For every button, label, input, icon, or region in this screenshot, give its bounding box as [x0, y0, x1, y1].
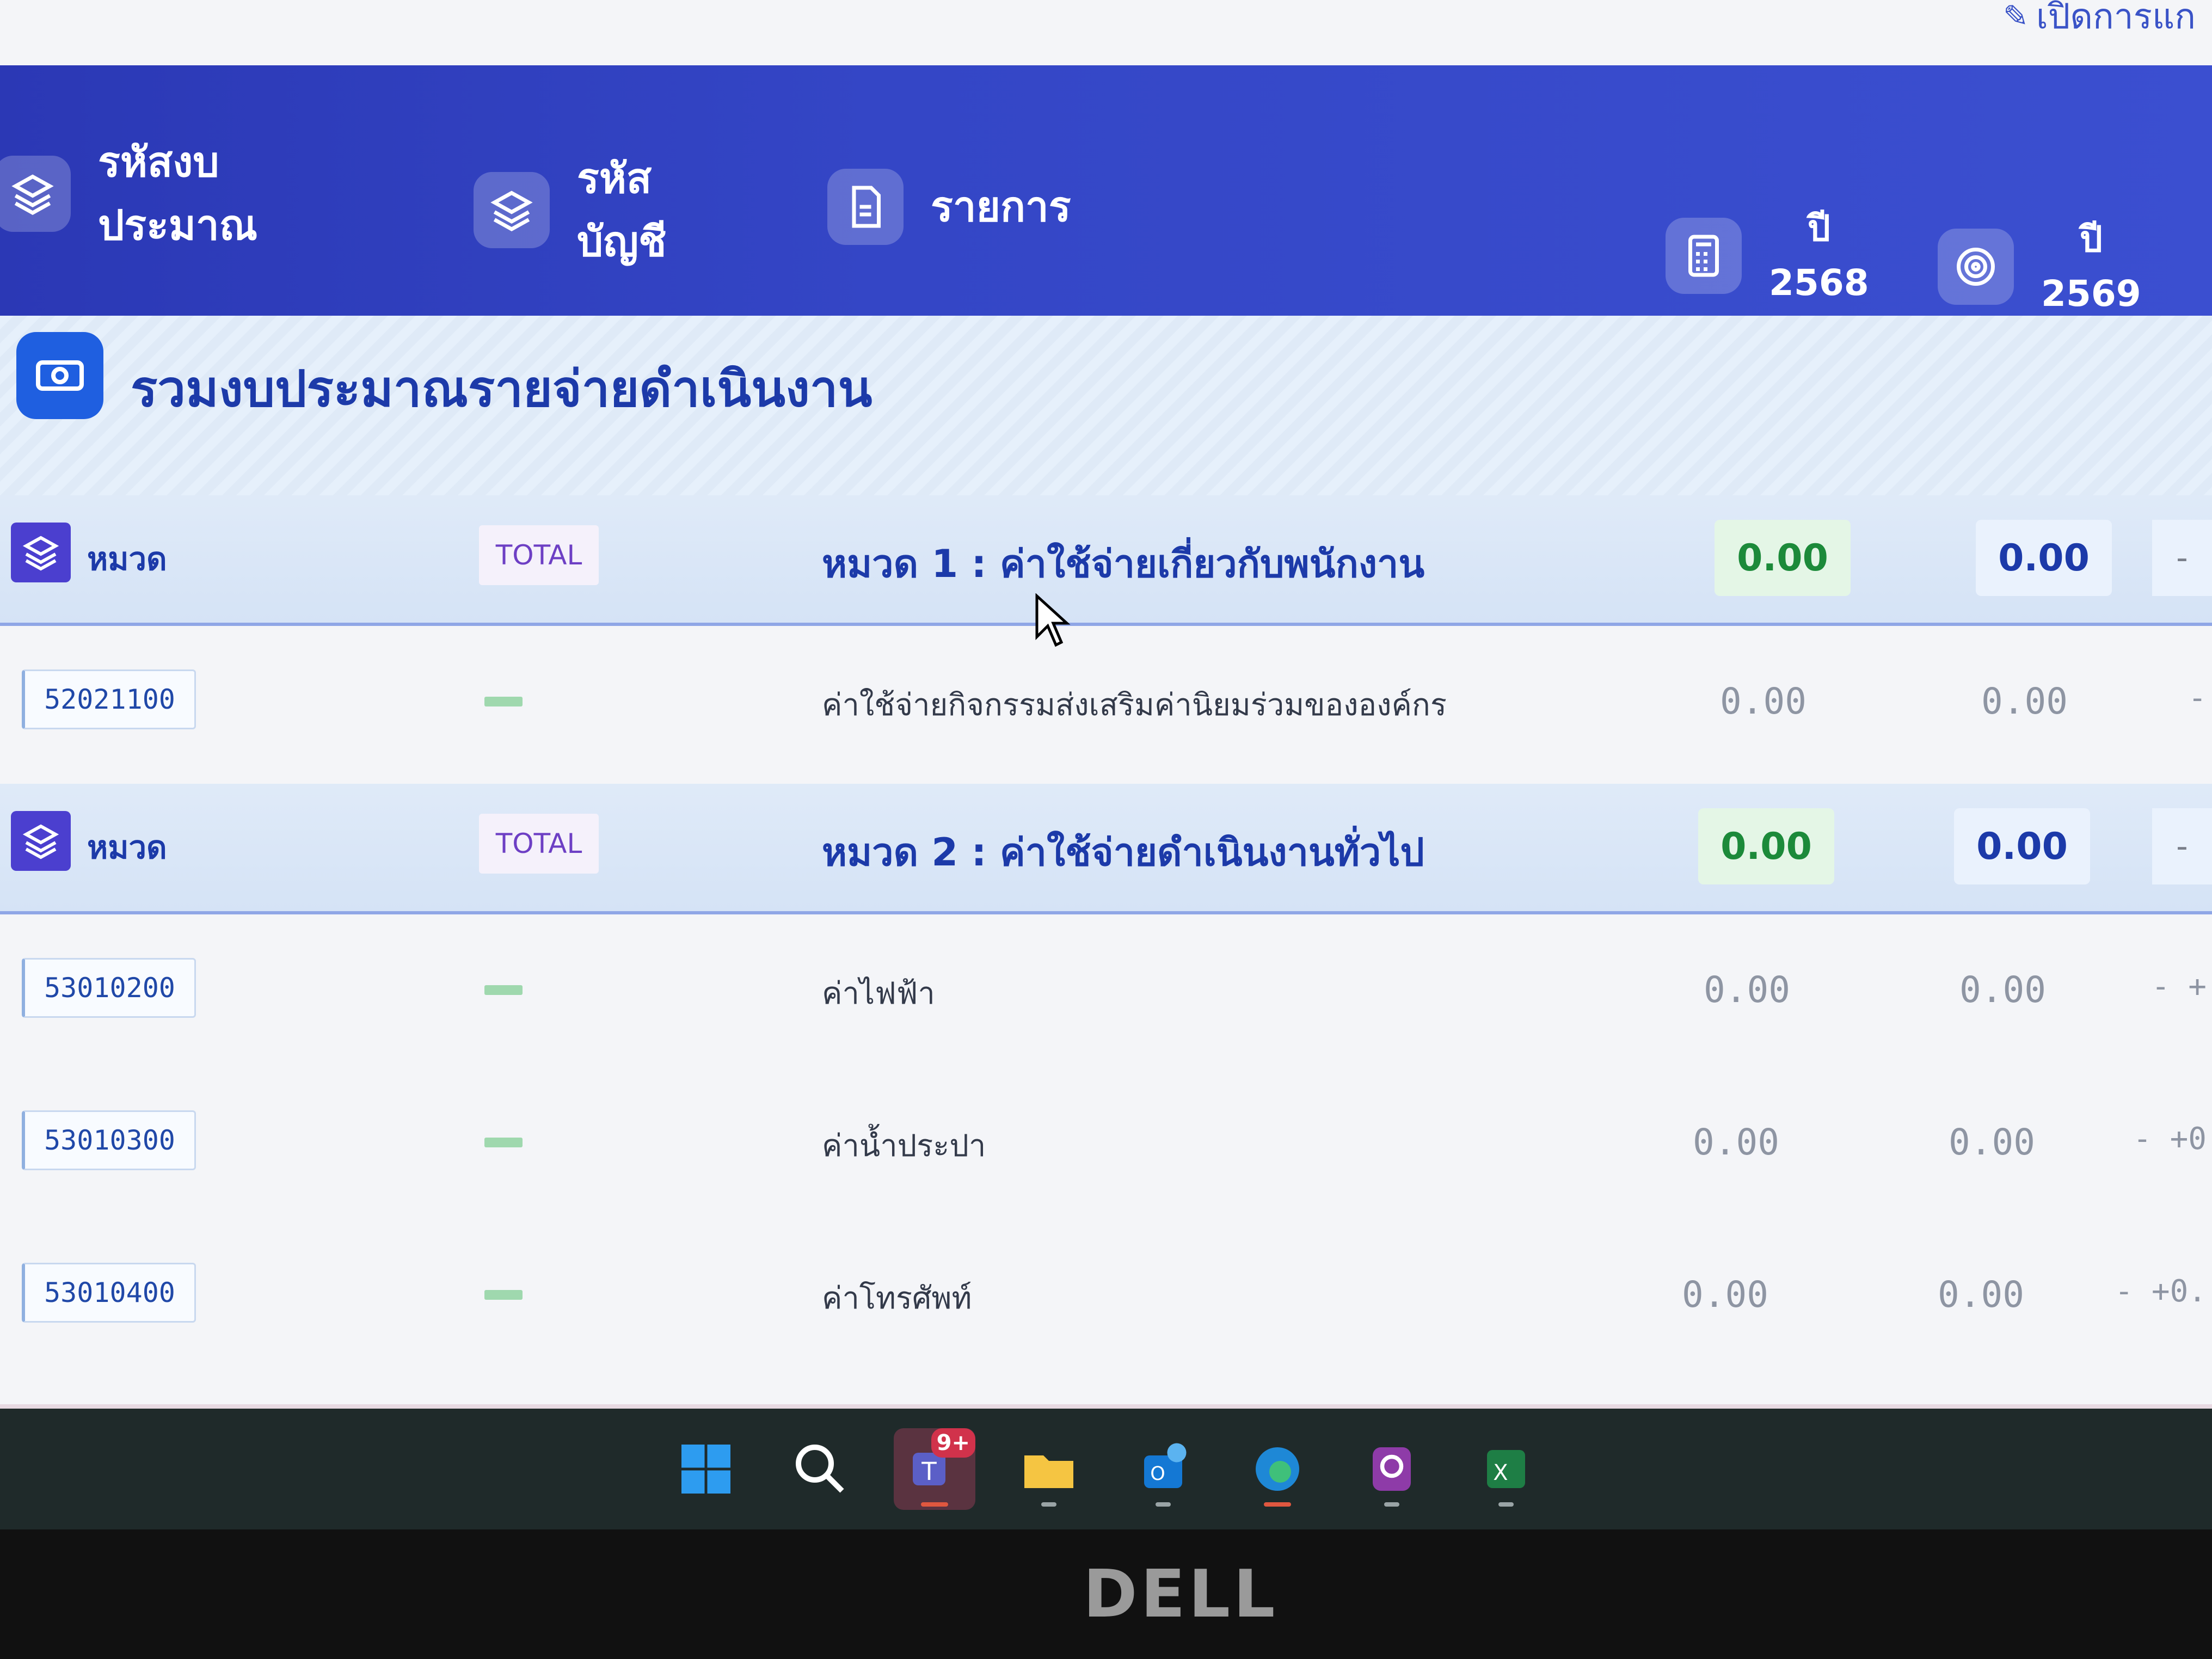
- item-change: -: [2188, 680, 2207, 716]
- item-name: ค่าใช้จ่ายกิจกรรมส่งเสริมค่านิยมร่วมของอ…: [822, 687, 1447, 723]
- category-row[interactable]: หมวด TOTAL หมวด 1 : ค่าใช้จ่ายเกี่ยวกับพ…: [0, 495, 2212, 626]
- header-item-label: รายการ: [931, 182, 1071, 231]
- teams-icon[interactable]: T 9+: [894, 1428, 975, 1510]
- taskbar: T 9+ O X: [0, 1404, 2212, 1529]
- item-name: ค่าน้ำประปา: [822, 1128, 986, 1164]
- file-explorer-icon[interactable]: [1008, 1428, 1090, 1510]
- status-mark: [484, 985, 523, 995]
- account-code: 53010400: [22, 1263, 196, 1323]
- header-item[interactable]: รายการ: [827, 169, 1071, 245]
- section-header: รวมงบประมาณรายจ่ายดำเนินงาน: [0, 316, 2212, 495]
- active-indicator: [921, 1502, 948, 1507]
- edit-link-label: เปิดการแก: [2036, 0, 2196, 37]
- header-year-value: 2569: [2041, 273, 2141, 315]
- svg-text:O: O: [1150, 1463, 1165, 1485]
- status-mark: [484, 1138, 523, 1147]
- account-code: 53010200: [22, 958, 196, 1018]
- table-row[interactable]: 53010400 ค่าโทรศัพท์ 0.00 0.00 - +0.: [0, 1225, 2212, 1366]
- edge-icon[interactable]: [1237, 1428, 1318, 1510]
- layers-icon: [11, 811, 71, 871]
- item-value-2568: 0.00: [1720, 680, 1807, 722]
- layers-icon: [0, 156, 71, 232]
- item-name: ค่าโทรศัพท์: [822, 1281, 972, 1316]
- app-screen: ✎ เปิดการแก รหัสงบ ประมาณ รหัส บัญชี ราย…: [0, 0, 2212, 1442]
- table-row[interactable]: 52021100 ค่าใช้จ่ายกิจกรรมส่งเสริมค่านิย…: [0, 631, 2212, 773]
- mouse-cursor-icon: [1035, 593, 1071, 647]
- search-icon[interactable]: [779, 1428, 861, 1510]
- total-badge: TOTAL: [479, 525, 599, 585]
- header-year-value: 2568: [1769, 262, 1869, 304]
- svg-text:X: X: [1493, 1460, 1508, 1485]
- target-icon: [1938, 229, 2014, 305]
- open-indicator: [1498, 1502, 1514, 1507]
- item-value-2568: 0.00: [1693, 1121, 1779, 1163]
- money-icon: [16, 332, 103, 419]
- total-badge: TOTAL: [479, 814, 599, 874]
- category-label: หมวด: [87, 829, 167, 866]
- pdf-icon[interactable]: [1351, 1428, 1433, 1510]
- header-budget-code[interactable]: รหัสงบ ประมาณ: [0, 131, 305, 257]
- header-budget-code-label: รหัสงบ ประมาณ: [98, 138, 258, 249]
- item-change: - +0: [2133, 1121, 2207, 1157]
- edit-icon: ✎: [2002, 0, 2029, 34]
- open-indicator: [1156, 1502, 1171, 1507]
- header-account-code[interactable]: รหัส บัญชี: [474, 147, 718, 273]
- header-account-code-label: รหัส บัญชี: [577, 154, 667, 266]
- item-value-2568: 0.00: [1704, 969, 1790, 1011]
- header-year-2569[interactable]: ปี 2569: [1938, 212, 2141, 321]
- svg-text:T: T: [921, 1457, 937, 1486]
- active-indicator: [1264, 1502, 1291, 1507]
- item-value-2569: 0.00: [1981, 680, 2068, 722]
- section-title: รวมงบประมาณรายจ่ายดำเนินงาน: [131, 360, 872, 418]
- item-change: - +0.: [2115, 1274, 2207, 1309]
- item-change: - +: [2151, 969, 2207, 1004]
- category-change: -: [2152, 808, 2212, 884]
- item-name: ค่าไฟฟ้า: [822, 976, 935, 1011]
- item-value-2569: 0.00: [1938, 1274, 2024, 1316]
- account-code: 52021100: [22, 669, 196, 729]
- item-value-2569: 0.00: [1949, 1121, 2035, 1163]
- layers-icon: [474, 172, 550, 248]
- edit-link[interactable]: ✎ เปิดการแก: [2002, 0, 2196, 37]
- open-indicator: [1384, 1502, 1399, 1507]
- open-indicator: [1041, 1502, 1056, 1507]
- category-label: หมวด: [87, 540, 167, 577]
- monitor-brand-logo: DELL: [1083, 1557, 1279, 1632]
- header-year-2568[interactable]: ปี 2568: [1666, 201, 1869, 310]
- category-row[interactable]: หมวด TOTAL หมวด 2 : ค่าใช้จ่ายดำเนินงานท…: [0, 784, 2212, 914]
- status-mark: [484, 697, 523, 706]
- category-change: -: [2152, 520, 2212, 596]
- notification-badge: 9+: [931, 1428, 975, 1458]
- excel-icon[interactable]: X: [1465, 1428, 1547, 1510]
- document-icon: [827, 169, 904, 245]
- table-row[interactable]: 53010300 ค่าน้ำประปา 0.00 0.00 - +0: [0, 1072, 2212, 1214]
- category-value-2568: 0.00: [1715, 520, 1851, 596]
- item-value-2568: 0.00: [1682, 1274, 1768, 1316]
- status-mark: [484, 1290, 523, 1300]
- outlook-icon[interactable]: O: [1122, 1428, 1204, 1510]
- layers-icon: [11, 523, 71, 582]
- category-value-2569: 0.00: [1976, 520, 2112, 596]
- table-header: รหัสงบ ประมาณ รหัส บัญชี รายการ ปี 2568: [0, 65, 2212, 316]
- category-value-2569: 0.00: [1954, 808, 2090, 884]
- header-year-label: ปี: [2079, 218, 2103, 260]
- category-title: หมวด 1 : ค่าใช้จ่ายเกี่ยวกับพนักงาน: [822, 542, 1425, 586]
- table-row[interactable]: 53010200 ค่าไฟฟ้า 0.00 0.00 - +: [0, 920, 2212, 1061]
- calculator-icon: [1666, 218, 1742, 294]
- account-code: 53010300: [22, 1110, 196, 1170]
- header-year-label: ปี: [1807, 207, 1830, 249]
- category-value-2568: 0.00: [1698, 808, 1834, 884]
- item-value-2569: 0.00: [1959, 969, 2046, 1011]
- category-title: หมวด 2 : ค่าใช้จ่ายดำเนินงานทั่วไป: [822, 830, 1424, 875]
- windows-start-icon[interactable]: [665, 1428, 747, 1510]
